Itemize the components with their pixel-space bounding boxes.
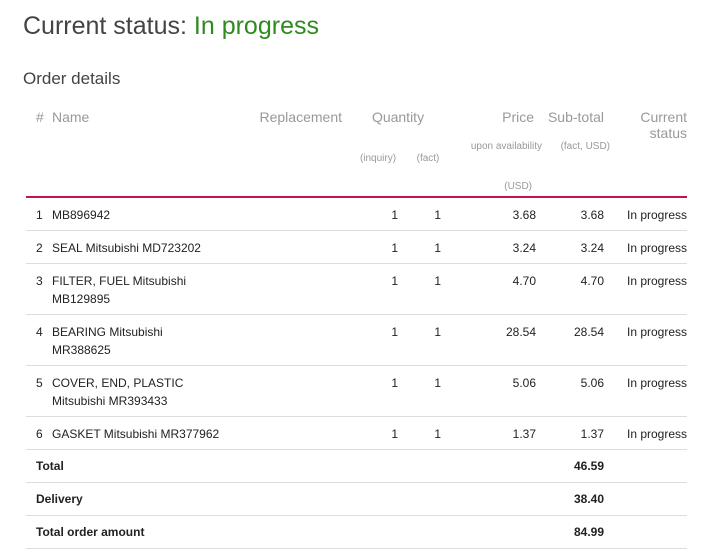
row-status: In progress bbox=[610, 416, 688, 450]
row-subtotal: 3.68 bbox=[542, 197, 611, 231]
header-subtotal: Sub-total bbox=[547, 109, 605, 125]
summary-value: 38.40 bbox=[542, 482, 611, 516]
table-header: # Name Replacement Quantity Price Sub-to… bbox=[26, 101, 688, 198]
row-subtotal: 3.24 bbox=[542, 230, 611, 264]
row-subtotal: 5.06 bbox=[542, 365, 611, 417]
row-replacement bbox=[238, 197, 348, 231]
row-name: MB896942 bbox=[52, 197, 238, 231]
row-subtotal: 1.37 bbox=[542, 416, 611, 450]
row-subtotal: 4.70 bbox=[542, 263, 611, 315]
table-body: 1 MB896942 1 1 3.68 3.68 In progress 2 SEAL Mits… bbox=[26, 197, 688, 450]
row-status: In progress bbox=[610, 230, 688, 264]
row-price: 3.68 bbox=[448, 197, 543, 231]
summary-label: Total order amount bbox=[26, 515, 543, 549]
row-qty-fact: 1 bbox=[408, 314, 449, 366]
row-status: In progress bbox=[610, 314, 688, 366]
row-price: 5.06 bbox=[448, 365, 543, 417]
current-status-label: Current status: bbox=[23, 12, 187, 40]
header-name: Name bbox=[52, 109, 90, 125]
header-current-status: Current status bbox=[640, 109, 688, 141]
header-price-unit: (USD) bbox=[448, 181, 543, 198]
row-qty-fact: 1 bbox=[408, 197, 449, 231]
row-number: 5 bbox=[26, 365, 52, 417]
row-name-line2: MR388625 bbox=[52, 343, 111, 357]
table-row: 3 FILTER, FUEL Mitsubishi MB129895 1 1 4.70 4.… bbox=[26, 263, 688, 315]
table-row: 1 MB896942 1 1 3.68 3.68 In progress bbox=[26, 197, 688, 231]
header-price: Price bbox=[502, 109, 535, 125]
row-name: FILTER, FUEL Mitsubishi MB129895 bbox=[52, 263, 238, 315]
row-status: In progress bbox=[610, 365, 688, 417]
row-qty-inquiry: 1 bbox=[348, 263, 408, 315]
row-status: In progress bbox=[610, 197, 688, 231]
row-number: 2 bbox=[26, 230, 52, 264]
row-replacement bbox=[238, 263, 348, 315]
order-details-table: # Name Replacement Quantity Price Sub-to… bbox=[26, 101, 688, 549]
row-number: 3 bbox=[26, 263, 52, 315]
header-number: # bbox=[36, 109, 44, 125]
row-status: In progress bbox=[610, 263, 688, 315]
row-price: 1.37 bbox=[448, 416, 543, 450]
order-details-title: Order details bbox=[23, 69, 121, 88]
row-replacement bbox=[238, 416, 348, 450]
row-replacement bbox=[238, 314, 348, 366]
summary-row: Total 46.59 bbox=[26, 449, 688, 483]
order-status-page: Current status: In progress Order detail… bbox=[0, 0, 718, 549]
row-qty-inquiry: 1 bbox=[348, 314, 408, 366]
row-number: 6 bbox=[26, 416, 52, 450]
header-replacement: Replacement bbox=[259, 109, 343, 125]
summary-value: 46.59 bbox=[542, 449, 611, 483]
row-subtotal: 28.54 bbox=[542, 314, 611, 366]
row-price: 28.54 bbox=[448, 314, 543, 366]
table-row: 5 COVER, END, PLASTIC Mitsubishi MR393433 1… bbox=[26, 365, 688, 417]
row-name-line1: SEAL Mitsubishi MD723202 bbox=[52, 241, 201, 255]
row-name-line2: Mitsubishi MR393433 bbox=[52, 394, 168, 408]
table-row: 6 GASKET Mitsubishi MR377962 1 1 1.37 1.37 In … bbox=[26, 416, 688, 450]
row-name-line1: COVER, END, PLASTIC bbox=[52, 376, 184, 390]
row-number: 4 bbox=[26, 314, 52, 366]
row-qty-inquiry: 1 bbox=[348, 416, 408, 450]
row-name: BEARING Mitsubishi MR388625 bbox=[52, 314, 238, 366]
row-qty-fact: 1 bbox=[408, 263, 449, 315]
row-name-line1: GASKET Mitsubishi MR377962 bbox=[52, 427, 220, 441]
row-name-line1: MB896942 bbox=[52, 208, 111, 222]
row-qty-inquiry: 1 bbox=[348, 365, 408, 417]
current-status-value: In progress bbox=[193, 12, 319, 40]
row-price: 4.70 bbox=[448, 263, 543, 315]
header-price-availability: upon availability bbox=[470, 141, 543, 152]
table-row: 4 BEARING Mitsubishi MR388625 1 1 28.54 28.54 I… bbox=[26, 314, 688, 366]
header-subtotal-unit: (fact, USD) bbox=[560, 141, 611, 152]
row-number: 1 bbox=[26, 197, 52, 231]
current-status-heading: Current status: In progress bbox=[23, 12, 319, 41]
row-replacement bbox=[238, 230, 348, 264]
header-quantity-inquiry: (inquiry) bbox=[359, 153, 397, 164]
row-name: GASKET Mitsubishi MR377962 bbox=[52, 416, 238, 450]
row-qty-fact: 1 bbox=[408, 365, 449, 417]
row-name: SEAL Mitsubishi MD723202 bbox=[52, 230, 238, 264]
row-qty-inquiry: 1 bbox=[348, 197, 408, 231]
header-quantity: Quantity bbox=[371, 109, 425, 125]
row-name-line1: FILTER, FUEL Mitsubishi bbox=[52, 274, 187, 288]
row-name: COVER, END, PLASTIC Mitsubishi MR393433 bbox=[52, 365, 238, 417]
row-replacement bbox=[238, 365, 348, 417]
row-qty-inquiry: 1 bbox=[348, 230, 408, 264]
summary-value: 84.99 bbox=[542, 515, 611, 549]
summary-label: Delivery bbox=[26, 482, 543, 516]
row-price: 3.24 bbox=[448, 230, 543, 264]
table-row: 2 SEAL Mitsubishi MD723202 1 1 3.24 3.24 In pr… bbox=[26, 230, 688, 264]
row-name-line2: MB129895 bbox=[52, 292, 111, 306]
summary-label: Total bbox=[26, 449, 543, 483]
summary-row: Delivery 38.40 bbox=[26, 482, 688, 516]
summary-row: Total order amount 84.99 bbox=[26, 515, 688, 549]
row-qty-fact: 1 bbox=[408, 230, 449, 264]
table-summary: Total 46.59 Delivery 38.40 Total order amoun… bbox=[26, 449, 688, 549]
row-name-line1: BEARING Mitsubishi bbox=[52, 325, 163, 339]
header-quantity-fact: (fact) bbox=[416, 153, 440, 164]
row-qty-fact: 1 bbox=[408, 416, 449, 450]
